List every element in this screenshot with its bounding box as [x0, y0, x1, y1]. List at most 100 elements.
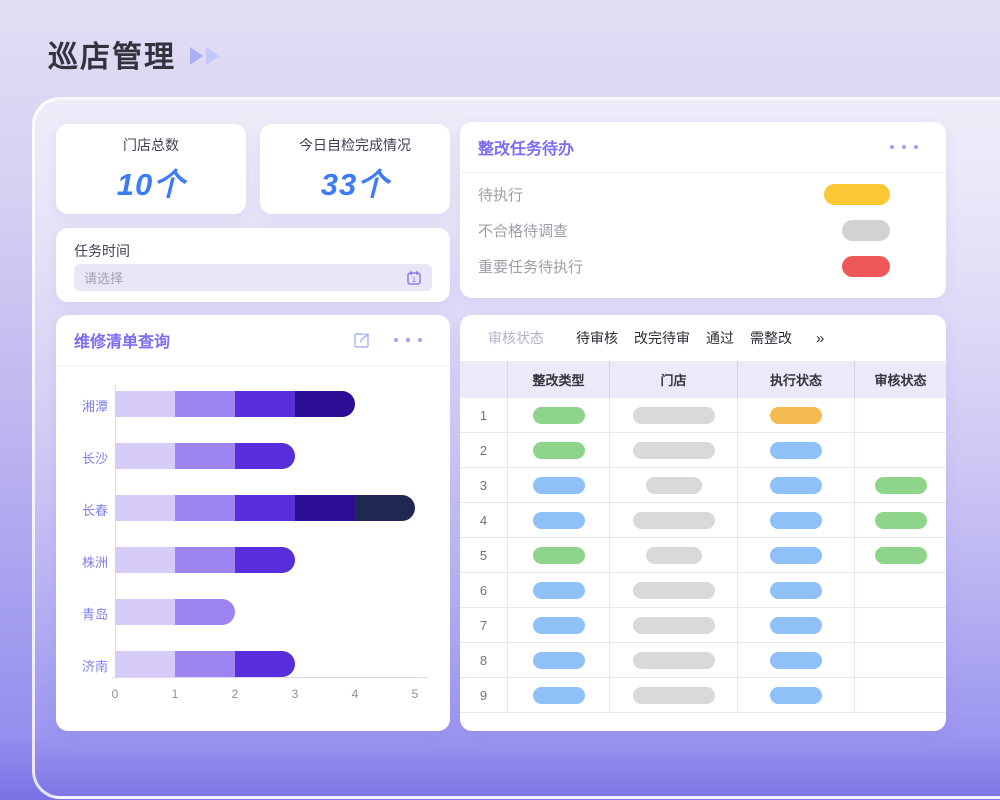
table-row[interactable]: 8	[460, 643, 946, 678]
store-cell	[610, 468, 738, 502]
chart-bar-segment	[175, 443, 235, 469]
chart-bar-segment	[175, 391, 235, 417]
type-pill	[533, 512, 585, 529]
calendar-icon[interactable]: 1	[406, 270, 422, 286]
table-header-row: 整改类型门店执行状态审核状态	[460, 361, 946, 398]
tab-3[interactable]: 通过	[706, 328, 734, 348]
type-pill	[533, 547, 585, 564]
todo-item: 待执行	[460, 176, 946, 212]
row-number: 2	[480, 443, 487, 458]
type-cell	[508, 468, 610, 502]
row-number-cell: 6	[460, 573, 508, 607]
play-icon	[190, 47, 203, 65]
row-number: 8	[480, 653, 487, 668]
review-cell	[855, 643, 946, 677]
play-icon	[206, 47, 219, 65]
review-status-tabs: 审核状态 待审核改完待审通过需整改 »	[460, 315, 946, 361]
chart-bar	[115, 391, 355, 417]
todo-item: 重要任务待执行	[460, 248, 946, 284]
exec-cell	[738, 643, 855, 677]
row-number: 5	[480, 548, 487, 563]
todo-item-label: 重要任务待执行	[478, 256, 583, 277]
exec-cell	[738, 538, 855, 572]
chart-bar	[115, 443, 295, 469]
table-row[interactable]: 6	[460, 573, 946, 608]
review-cell	[855, 433, 946, 467]
table-row[interactable]: 4	[460, 503, 946, 538]
chart-bar-segment	[175, 495, 235, 521]
chart-bar-segment	[175, 547, 235, 573]
store-cell	[610, 608, 738, 642]
chart-bar-segment	[235, 495, 295, 521]
type-pill	[533, 652, 585, 669]
table-body: 1 2 3 4 5 67 8 9	[460, 398, 946, 713]
play-arrows-icon	[190, 47, 219, 65]
chart-x-tick-label: 4	[352, 687, 359, 701]
chart-bar	[115, 547, 295, 573]
exec-pill	[770, 547, 822, 564]
exec-cell	[738, 503, 855, 537]
review-pill	[875, 547, 927, 564]
chart-y-axis	[115, 385, 116, 678]
table-header-cell: 门店	[610, 361, 738, 398]
filter-label: 审核状态	[488, 328, 544, 348]
tab-1[interactable]: 待审核	[576, 328, 618, 348]
todo-panel: 整改任务待办 待执行不合格待调查重要任务待执行	[460, 122, 946, 298]
table-row[interactable]: 7	[460, 608, 946, 643]
table-row[interactable]: 9	[460, 678, 946, 713]
store-pill	[633, 512, 715, 529]
row-number-cell: 9	[460, 678, 508, 712]
more-options-icon[interactable]	[394, 338, 422, 342]
row-number: 3	[480, 478, 487, 493]
stat-value: 33个	[321, 159, 389, 204]
table-row[interactable]: 1	[460, 398, 946, 433]
more-options-icon[interactable]	[890, 145, 918, 149]
review-cell	[855, 608, 946, 642]
review-pill	[875, 512, 927, 529]
type-cell	[508, 433, 610, 467]
chart-x-tick-label: 3	[292, 687, 299, 701]
store-cell	[610, 433, 738, 467]
task-time-card: 任务时间 请选择 1	[56, 228, 450, 302]
table-header-cell	[460, 361, 508, 398]
store-cell	[610, 538, 738, 572]
store-cell	[610, 678, 738, 712]
store-cell	[610, 398, 738, 432]
page-title: 巡店管理	[48, 32, 176, 76]
exec-pill	[770, 512, 822, 529]
tab-2[interactable]: 改完待审	[634, 328, 690, 348]
chart-bar-segment	[115, 495, 175, 521]
exec-cell	[738, 433, 855, 467]
table-row[interactable]: 3	[460, 468, 946, 503]
row-number: 4	[480, 513, 487, 528]
chart-bar	[115, 599, 235, 625]
store-inspection-dashboard: 巡店管理 门店总数 10个 今日自检完成情况 33个 任务时间 请选择 1 整改…	[0, 0, 1000, 800]
exec-cell	[738, 573, 855, 607]
type-pill	[533, 442, 585, 459]
table-row[interactable]: 2	[460, 433, 946, 468]
repair-bar-chart: 湘潭长沙长春株洲青岛济南012345	[56, 365, 450, 731]
exec-cell	[738, 398, 855, 432]
chart-bar-segment	[115, 651, 175, 677]
export-icon[interactable]	[352, 330, 372, 350]
todo-panel-header: 整改任务待办	[460, 122, 946, 173]
store-cell	[610, 573, 738, 607]
chart-bar	[115, 651, 295, 677]
exec-cell	[738, 468, 855, 502]
chart-bar-segment	[235, 391, 295, 417]
stat-label: 今日自检完成情况	[299, 135, 411, 155]
repair-panel-title: 维修清单查询	[74, 328, 170, 352]
task-time-picker[interactable]: 请选择 1	[74, 264, 432, 291]
store-pill	[633, 407, 715, 424]
table-row[interactable]: 5	[460, 538, 946, 573]
stat-value: 10个	[117, 159, 185, 204]
exec-cell	[738, 608, 855, 642]
tabs-more-icon[interactable]: »	[816, 330, 824, 347]
chart-bar-segment	[115, 443, 175, 469]
tab-4[interactable]: 需整改	[750, 328, 792, 348]
exec-pill	[770, 442, 822, 459]
chart-bar	[115, 495, 415, 521]
store-cell	[610, 503, 738, 537]
row-number-cell: 7	[460, 608, 508, 642]
chart-bar-segment	[295, 495, 355, 521]
